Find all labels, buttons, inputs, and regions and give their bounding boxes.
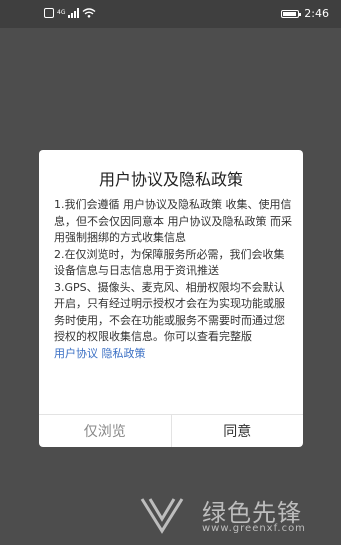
dialog-button-row: 仅浏览 同意 (39, 414, 303, 447)
sim-card-icon (44, 8, 54, 18)
privacy-dialog: 用户协议及隐私政策 1.我们会遵循 用户协议及隐私政策 收集、使用信息，但不会仅… (39, 150, 303, 447)
policy-paragraph-2: 2.在仅浏览时，为保障服务所必需，我们会收集设备信息与日志信息用于资讯推送 (54, 247, 285, 278)
status-right-icons: 2:46 (281, 7, 329, 20)
user-agreement-link[interactable]: 用户协议 (54, 347, 98, 360)
status-left-icons: 4G (44, 8, 96, 18)
watermark-url: www.greenxf.com (202, 523, 306, 534)
status-time: 2:46 (304, 7, 329, 20)
policy-paragraph-3: 3.GPS、摄像头、麦克风、相册权限均不会默认开启，只有经过明示授权才会在为实现… (54, 280, 285, 344)
status-bar: 4G 2:46 (0, 0, 341, 28)
dialog-body: 1.我们会遵循 用户协议及隐私政策 收集、使用信息，但不会仅因同意本 用户协议及… (54, 197, 292, 362)
agree-button[interactable]: 同意 (172, 415, 304, 447)
wifi-icon (83, 8, 96, 18)
network-type-label: 4G (57, 9, 66, 16)
policy-paragraph-1: 1.我们会遵循 用户协议及隐私政策 收集、使用信息，但不会仅因同意本 用户协议及… (54, 198, 292, 244)
dialog-title: 用户协议及隐私政策 (98, 170, 243, 189)
battery-icon (281, 9, 302, 18)
policy-links: 用户协议 隐私政策 (54, 346, 292, 363)
battery-level-fill (283, 11, 297, 16)
watermark: 绿色先锋 www.greenxf.com (140, 493, 340, 543)
browse-only-button[interactable]: 仅浏览 (39, 415, 172, 447)
signal-strength-icon (68, 8, 80, 18)
privacy-policy-link[interactable]: 隐私政策 (102, 347, 146, 360)
greenxf-logo-icon (140, 498, 184, 534)
